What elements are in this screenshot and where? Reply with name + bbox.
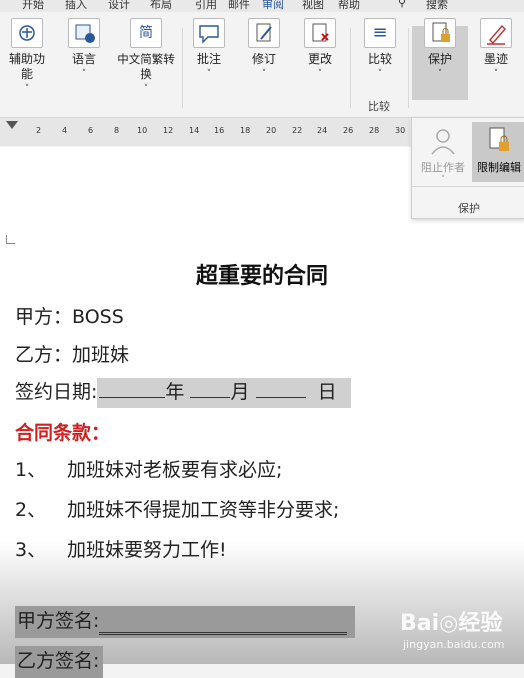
ruler-tick: 18 xyxy=(240,126,251,135)
ink-button[interactable]: 墨迹 ˅ xyxy=(476,12,516,82)
search-icon[interactable]: ⚲ xyxy=(398,0,406,9)
protect-popup: 阻止作者 ˅ 限制编辑 保护 xyxy=(411,117,524,219)
term-item: 1、 加班妹对老板要有求必应; xyxy=(15,459,283,481)
tab-mailings[interactable]: 邮件 xyxy=(228,0,250,12)
sign-b-field[interactable]: 乙方签名: xyxy=(15,646,104,678)
accessibility-button[interactable]: 辅助功能 ˅ xyxy=(4,12,50,97)
review-ribbon: 辅助功能 ˅ 语言 ˅ 简 中文简繁转换 ˅ 批注 ˅ 修订 ˅ 更改 ˅ ≡ … xyxy=(0,12,524,118)
pen-icon xyxy=(480,18,512,48)
comments-button[interactable]: 批注 ˅ xyxy=(190,12,228,82)
horizontal-ruler[interactable]: 2 4 6 8 10 12 14 16 18 20 22 24 26 28 30 xyxy=(0,118,410,146)
day-blank xyxy=(255,379,306,398)
lock-document-icon xyxy=(424,18,456,48)
month-blank xyxy=(190,379,231,398)
party-a-line: 甲方：BOSS xyxy=(15,306,124,328)
block-authors-button[interactable]: 阻止作者 ˅ xyxy=(416,122,470,185)
party-b-line: 乙方：加班妹 xyxy=(15,344,130,366)
sign-a-field[interactable]: 甲方签名: xyxy=(15,606,356,638)
tab-review[interactable]: 审阅 xyxy=(262,0,284,12)
sign-b-line: 乙方签名: xyxy=(15,646,104,678)
baidu-watermark: Bai◎经验 xyxy=(400,611,503,636)
day-label: 日 xyxy=(317,381,337,403)
term-item: 3、 加班妹要努力工作! xyxy=(15,539,227,561)
tab-references[interactable]: 引用 xyxy=(195,0,217,12)
ruler-tick: 14 xyxy=(189,126,200,135)
year-label: 年 xyxy=(165,381,185,403)
month-label: 月 xyxy=(230,381,250,403)
sign-date-line: 签约日期: 年 月 日 xyxy=(15,377,351,408)
ruler-tick: 8 xyxy=(114,126,120,135)
track-changes-button[interactable]: 修订 ˅ xyxy=(244,12,284,82)
tab-design[interactable]: 设计 xyxy=(108,0,130,12)
document-title: 超重要的合同 xyxy=(195,264,328,289)
ruler-tick: 20 xyxy=(266,126,277,135)
ribbon-separator xyxy=(350,28,351,108)
protect-group-label: 保护 xyxy=(458,202,480,215)
lock-document-icon xyxy=(489,127,509,151)
tab-layout[interactable]: 布局 xyxy=(150,0,172,12)
ruler-tick: 10 xyxy=(137,126,148,135)
changes-button[interactable]: 更改 ˅ xyxy=(300,12,340,82)
ribbon-tabs: 开始 插入 设计 布局 引用 邮件 审阅 视图 帮助 ⚲ 搜索 xyxy=(0,0,524,12)
ruler-tick: 30 xyxy=(395,126,406,135)
restrict-editing-button[interactable]: 限制编辑 xyxy=(472,122,524,182)
baidu-watermark-url: jingyan.baidu.com xyxy=(403,638,505,651)
compare-icon: ≡ xyxy=(364,18,396,48)
person-icon xyxy=(431,129,455,155)
ruler-tick: 6 xyxy=(88,126,94,135)
tab-home[interactable]: 开始 xyxy=(22,0,44,12)
sign-date-label: 签约日期: xyxy=(15,381,98,403)
accessibility-icon xyxy=(11,18,43,48)
sign-a-label: 甲方签名: xyxy=(17,610,100,632)
ruler-tick: 2 xyxy=(36,126,42,135)
chinese-conversion-button[interactable]: 简 中文简繁转换 ˅ xyxy=(116,12,176,97)
compare-group-label: 比较 xyxy=(368,100,390,113)
tab-view[interactable]: 视图 xyxy=(302,0,324,12)
sign-a-line: 甲方签名: xyxy=(15,606,356,638)
changes-icon xyxy=(304,18,336,48)
comment-icon xyxy=(193,18,225,48)
sign-a-blank xyxy=(99,610,348,635)
year-blank xyxy=(99,379,166,398)
term-item: 2、 加班妹不得提加工资等非分要求; xyxy=(15,499,340,521)
ribbon-separator xyxy=(408,28,409,108)
margin-corner-mark xyxy=(6,235,15,244)
convert-icon: 简 xyxy=(130,18,162,48)
terms-heading: 合同条款： xyxy=(15,422,111,444)
track-changes-icon xyxy=(248,18,280,48)
language-button[interactable]: 语言 ˅ xyxy=(62,12,106,82)
indent-marker[interactable] xyxy=(6,121,18,129)
compare-button[interactable]: ≡ 比较 ˅ xyxy=(360,12,400,82)
sign-date-field[interactable]: 年 月 日 xyxy=(97,378,351,408)
tab-search[interactable]: 搜索 xyxy=(426,0,448,12)
tab-insert[interactable]: 插入 xyxy=(65,0,87,12)
ruler-tick: 22 xyxy=(292,126,303,135)
ribbon-separator xyxy=(182,28,183,108)
protect-button[interactable]: 保护 ˅ xyxy=(420,12,460,82)
ruler-tick: 4 xyxy=(62,126,68,135)
language-icon xyxy=(68,18,100,48)
ruler-tick: 12 xyxy=(163,126,174,135)
tab-help[interactable]: 帮助 xyxy=(338,0,360,12)
ruler-tick: 16 xyxy=(214,126,225,135)
ruler-tick: 24 xyxy=(317,126,328,135)
ruler-tick: 26 xyxy=(343,126,354,135)
ruler-tick: 28 xyxy=(369,126,380,135)
